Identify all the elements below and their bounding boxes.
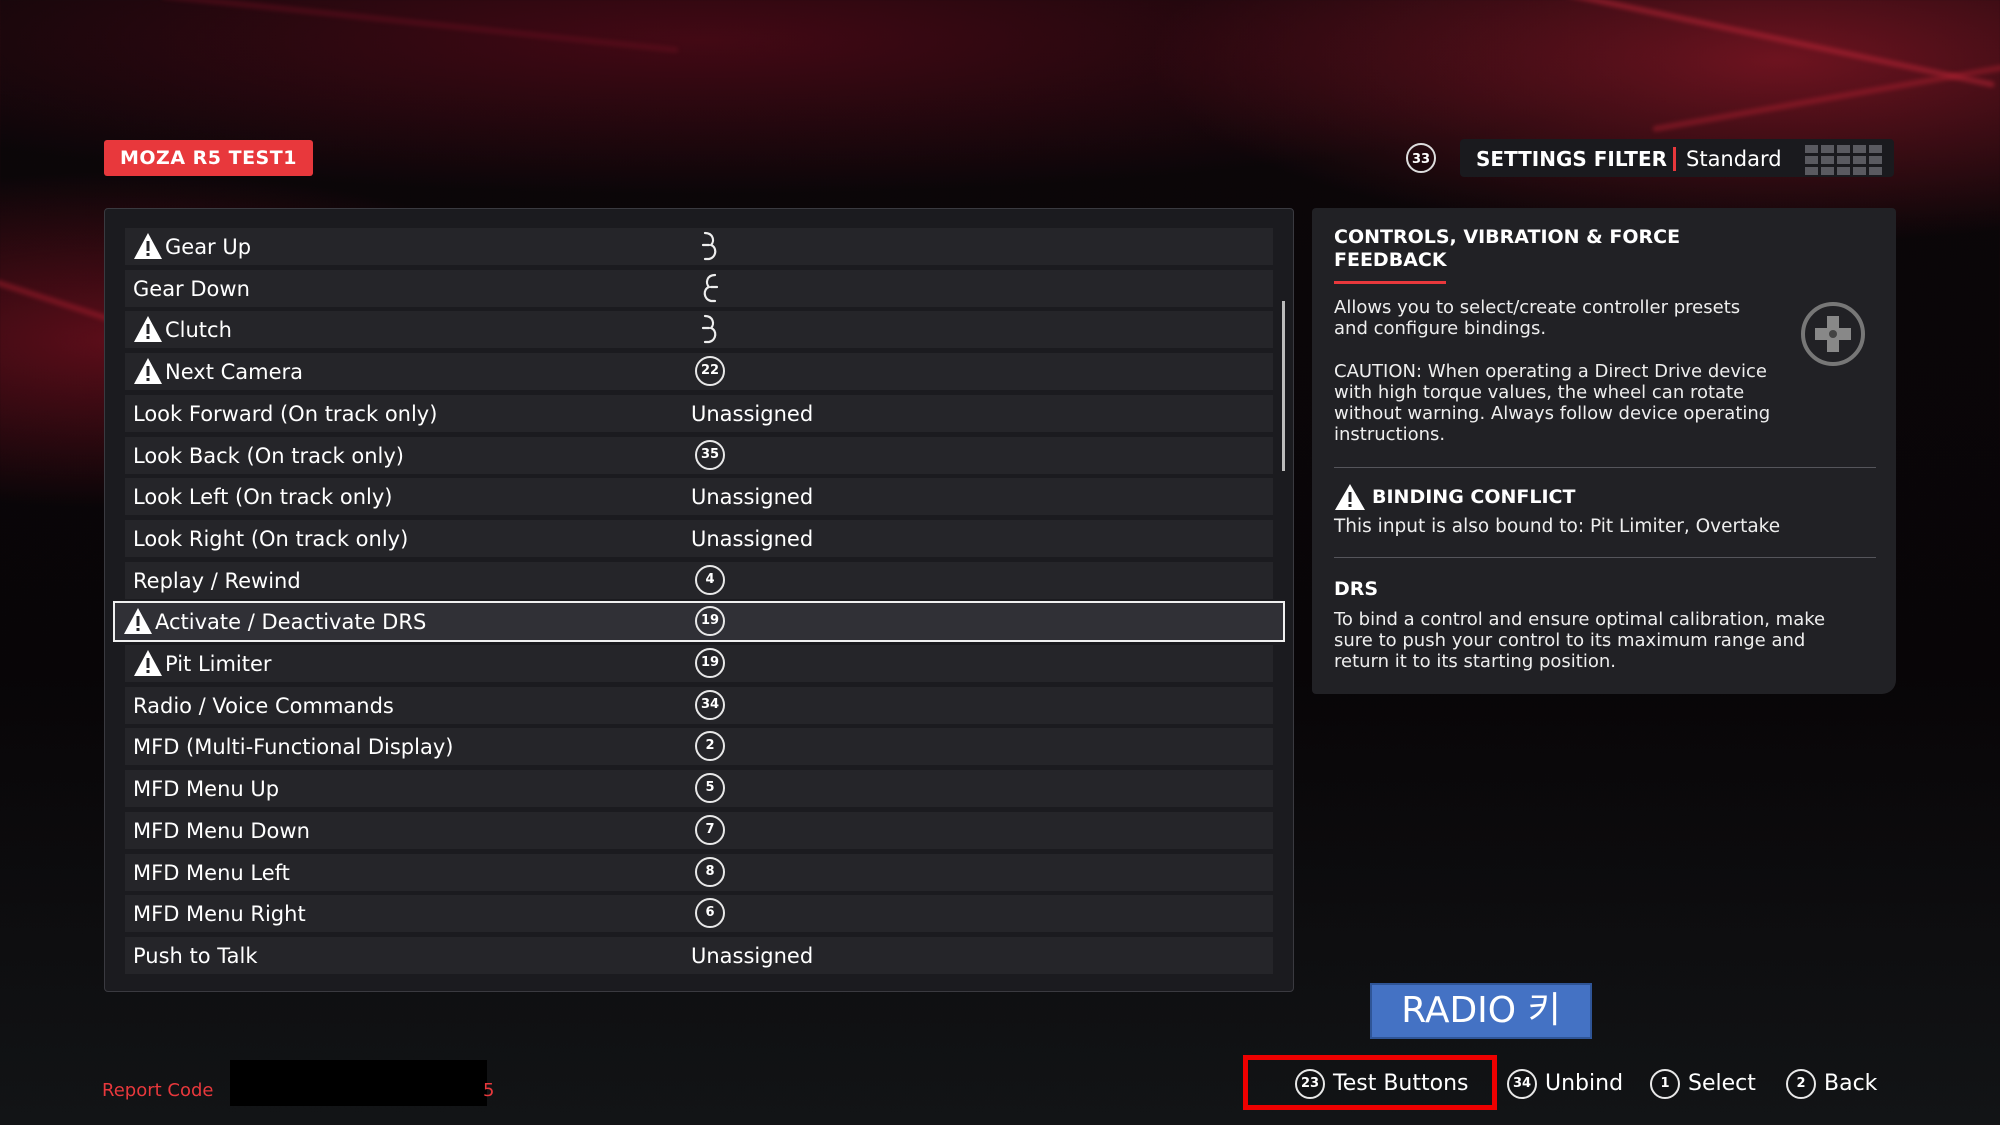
drs-text: To bind a control and ensure optimal cal… [1334, 609, 1826, 672]
binding-row[interactable]: Clutch [125, 311, 1273, 349]
unbind-hint[interactable]: 34 Unbind [1507, 1069, 1623, 1099]
filter-level-icon [1805, 145, 1882, 175]
binding-row[interactable]: Look Back (On track only) 35 [125, 436, 1273, 474]
binding-value: Unassigned [691, 943, 814, 968]
binding-row[interactable]: Activate / Deactivate DRS 19 [113, 601, 1285, 643]
settings-filter-button-glyph[interactable]: 33 [1406, 143, 1436, 173]
button-glyph: 2 [1786, 1069, 1816, 1099]
bg-streak [161, 0, 679, 54]
binding-row[interactable]: Replay / Rewind 4 [125, 561, 1273, 599]
binding-label: Look Right (On track only) [133, 526, 409, 551]
highlight-annotation-box [1243, 1055, 1497, 1110]
title-underline [1334, 281, 1446, 284]
info-title: CONTROLS, VIBRATION & FORCE FEEDBACK [1334, 226, 1681, 271]
warning-icon [133, 232, 163, 265]
button-glyph: 5 [695, 773, 725, 804]
report-code-tail: 5 [483, 1080, 495, 1101]
filter-separator [1673, 147, 1676, 171]
button-glyph: 1 [1650, 1069, 1680, 1099]
warning-icon [123, 607, 153, 640]
binding-label: MFD Menu Down [133, 818, 310, 843]
binding-row[interactable]: MFD Menu Up 5 [125, 770, 1273, 808]
select-hint[interactable]: 1 Select [1650, 1069, 1756, 1099]
conflict-text: This input is also bound to: Pit Limiter… [1334, 516, 1781, 537]
settings-filter[interactable]: SETTINGS FILTER Standard [1460, 139, 1894, 177]
binding-label: Look Back (On track only) [133, 443, 404, 468]
button-glyph: 35 [695, 439, 725, 470]
warning-icon [133, 357, 163, 390]
binding-label: Look Left (On track only) [133, 485, 393, 510]
warning-icon [133, 649, 163, 682]
binding-value: Unassigned [691, 485, 814, 510]
binding-row[interactable]: MFD Menu Left 8 [125, 853, 1273, 891]
right-paddle-icon [699, 231, 721, 266]
button-glyph: 19 [695, 648, 725, 678]
button-glyph: 22 [695, 356, 725, 387]
binding-row[interactable]: Pit Limiter 19 [125, 645, 1273, 682]
hint-label: Select [1688, 1071, 1756, 1096]
hint-label: Unbind [1545, 1071, 1624, 1096]
info-caution: CAUTION: When operating a Direct Drive d… [1334, 361, 1771, 445]
button-glyph: 19 [695, 606, 725, 637]
warning-icon [133, 315, 163, 348]
bg-streak [1504, 0, 1996, 88]
button-glyph: 34 [1507, 1069, 1537, 1099]
binding-row[interactable]: Next Camera 22 [125, 353, 1273, 391]
binding-row[interactable]: Radio / Voice Commands 34 [125, 686, 1273, 724]
bg-streak [1652, 63, 2000, 133]
settings-filter-value: Standard [1686, 147, 1782, 171]
info-divider [1334, 557, 1876, 558]
binding-label: Push to Talk [133, 943, 258, 968]
binding-label: Radio / Voice Commands [133, 693, 394, 718]
warning-icon [1334, 483, 1366, 515]
binding-row[interactable]: MFD Menu Down 7 [125, 811, 1273, 849]
binding-row[interactable]: MFD (Multi-Functional Display) 2 [125, 728, 1273, 766]
button-glyph: 34 [695, 689, 725, 720]
redaction-bar [230, 1060, 487, 1106]
binding-label: MFD Menu Up [133, 777, 280, 802]
radio-key-annotation: RADIO 키 [1370, 983, 1592, 1039]
binding-label: Next Camera [165, 360, 304, 385]
button-glyph: 2 [695, 731, 725, 762]
dpad-icon [1801, 302, 1865, 366]
drs-title: DRS [1334, 578, 1379, 600]
conflict-title: BINDING CONFLICT [1372, 486, 1576, 508]
binding-row[interactable]: Look Forward (On track only) Unassigned [125, 394, 1273, 432]
binding-row[interactable]: Push to Talk Unassigned [125, 936, 1273, 974]
back-hint[interactable]: 2 Back [1786, 1069, 1877, 1099]
binding-label: Gear Up [165, 235, 252, 259]
binding-row[interactable]: Look Right (On track only) Unassigned [125, 519, 1273, 557]
binding-label: Look Forward (On track only) [133, 401, 438, 426]
binding-label: Replay / Rewind [133, 568, 301, 593]
binding-value: Unassigned [691, 526, 814, 551]
binding-label: MFD (Multi-Functional Display) [133, 735, 454, 760]
list-scrollbar[interactable] [1282, 301, 1285, 471]
button-glyph: 7 [695, 814, 725, 845]
button-glyph: 6 [695, 898, 725, 929]
binding-label: Gear Down [133, 276, 250, 301]
info-divider [1334, 467, 1876, 468]
binding-row[interactable]: Gear Down [125, 269, 1273, 308]
binding-row[interactable]: MFD Menu Right 6 [125, 895, 1273, 933]
binding-label: Clutch [165, 318, 232, 343]
binding-label: Pit Limiter [165, 652, 272, 676]
info-panel: CONTROLS, VIBRATION & FORCE FEEDBACK All… [1312, 208, 1896, 694]
profile-name-tag: MOZA R5 TEST1 [104, 140, 313, 176]
button-glyph: 8 [695, 856, 725, 887]
settings-filter-label: SETTINGS FILTER [1476, 147, 1668, 171]
binding-row[interactable]: Look Left (On track only) Unassigned [125, 478, 1273, 516]
button-glyph: 4 [695, 564, 725, 595]
binding-label: Activate / Deactivate DRS [155, 610, 427, 635]
report-code-label[interactable]: Report Code [102, 1080, 213, 1101]
binding-value: Unassigned [691, 401, 814, 426]
hint-label: Back [1824, 1071, 1878, 1096]
right-paddle-icon [699, 314, 721, 349]
binding-row[interactable]: Gear Up [125, 228, 1273, 265]
info-description: Allows you to select/create controller p… [1334, 297, 1741, 339]
binding-label: MFD Menu Left [133, 860, 290, 885]
bindings-list[interactable]: Gear Up Gear Down Clutch Next Camera 22 Look … [104, 208, 1294, 992]
left-paddle-icon [699, 273, 721, 308]
binding-label: MFD Menu Right [133, 902, 306, 927]
